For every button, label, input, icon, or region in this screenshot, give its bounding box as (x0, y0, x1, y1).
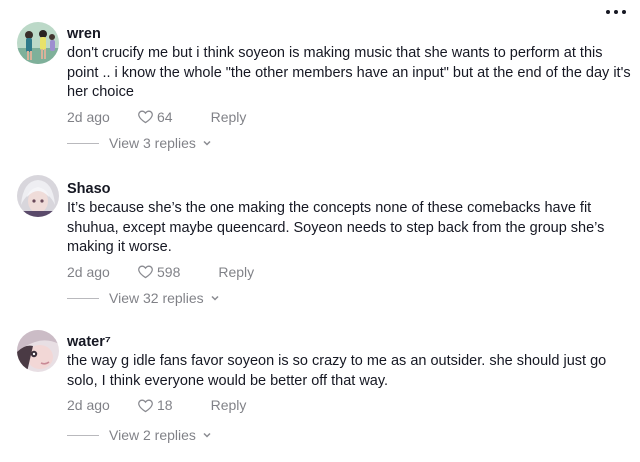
view-replies-button[interactable]: View 32 replies (67, 290, 220, 306)
heart-outline-icon (138, 399, 153, 412)
divider (67, 297, 99, 299)
view-replies-label: View 2 replies (109, 427, 196, 443)
reply-button[interactable]: Reply (211, 109, 247, 125)
comment-text: It’s because she’s the one making the co… (67, 200, 605, 255)
chevron-down-icon (203, 432, 211, 438)
divider (67, 434, 99, 436)
view-replies-button[interactable]: View 3 replies (67, 135, 212, 151)
like-button[interactable]: 64 (137, 108, 173, 125)
more-options-icon[interactable] (606, 8, 626, 16)
comment-timestamp: 2d ago (67, 397, 110, 413)
view-replies-label: View 3 replies (109, 135, 196, 151)
reply-button[interactable]: Reply (218, 264, 254, 280)
comment-author[interactable]: water⁷ (67, 333, 632, 351)
chevron-down-icon (211, 295, 219, 301)
avatar[interactable] (17, 175, 59, 217)
comment-author[interactable]: wren (67, 25, 632, 43)
comment-timestamp: 2d ago (67, 263, 110, 280)
comment-text: don't crucify me but i think soyeon is m… (67, 45, 631, 100)
like-count: 64 (157, 108, 173, 125)
comment-timestamp: 2d ago (67, 108, 110, 125)
heart-outline-icon (138, 110, 153, 124)
like-count: 598 (157, 263, 181, 280)
comment-author[interactable]: Shaso (67, 180, 632, 198)
comment-text: the way g idle fans favor soyeon is so c… (67, 353, 607, 389)
heart-outline-icon (138, 265, 153, 279)
like-button[interactable]: 18 (137, 397, 173, 414)
avatar[interactable] (17, 330, 59, 372)
like-count: 18 (157, 397, 173, 413)
like-button[interactable]: 598 (137, 263, 180, 280)
view-replies-label: View 32 replies (109, 290, 204, 306)
avatar[interactable] (17, 22, 59, 64)
chevron-down-icon (203, 140, 211, 146)
divider (67, 142, 99, 144)
reply-button[interactable]: Reply (211, 397, 247, 413)
view-replies-button[interactable]: View 2 replies (67, 427, 212, 443)
